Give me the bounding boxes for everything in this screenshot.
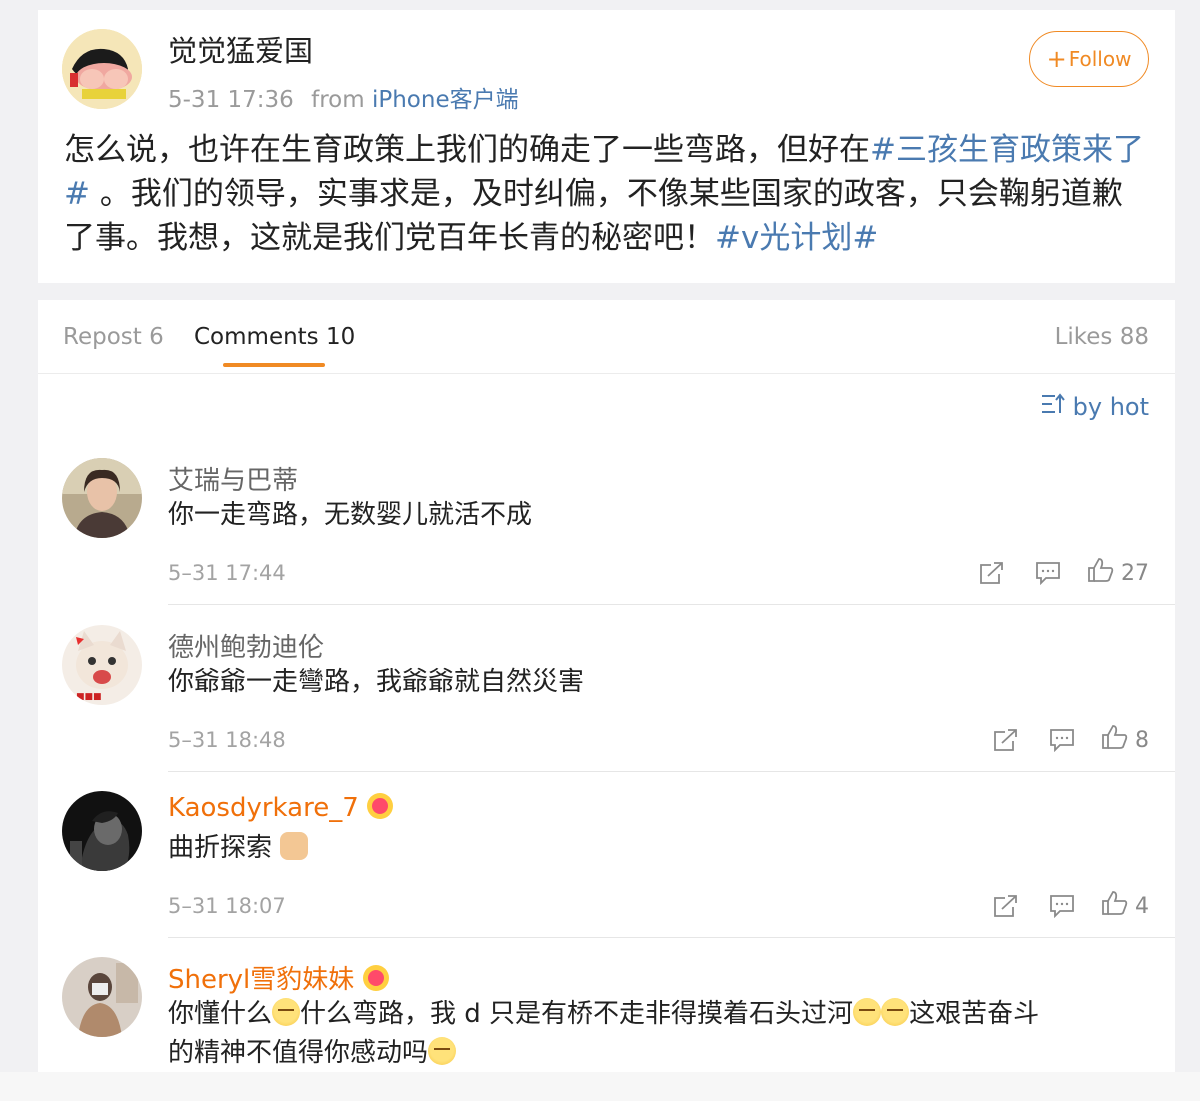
divider	[168, 937, 1175, 938]
commenter-name[interactable]: 德州鲍勃迪伦	[168, 627, 324, 664]
comment-text-b: 什么弯路，我 d 只是有桥不走非得摸着石头过河	[300, 999, 854, 1029]
comment-text-d: 的精神不值得你感动吗	[168, 1038, 429, 1068]
post-body: 怎么说，也许在生育政策上我们的确走了一些弯路，但好在#三孩生育政策来了# 。我们…	[64, 128, 1144, 260]
share-icon[interactable]	[989, 891, 1023, 921]
vip-badge-icon	[362, 965, 389, 991]
like-icon	[1087, 557, 1115, 589]
like-count: 8	[1135, 727, 1149, 753]
like-button[interactable]: 8	[1101, 724, 1149, 756]
post-author-avatar[interactable]	[62, 29, 142, 109]
post-text-part2: 。我们的领导，实事求是，及时纠偏，不像某些国家的政客，只会鞠躬道歉了事。我想，这…	[64, 176, 1123, 256]
post-text-part1: 怎么说，也许在生育政策上我们的确走了一些弯路，但好在	[64, 132, 870, 168]
like-icon	[1101, 890, 1129, 922]
like-count: 4	[1135, 893, 1149, 919]
commenter-avatar[interactable]	[62, 791, 142, 871]
from-prefix: from	[311, 87, 365, 113]
smug-emoji-icon	[853, 998, 882, 1026]
like-icon	[1101, 724, 1129, 756]
commenter-avatar[interactable]	[62, 458, 142, 538]
post-meta: 5-31 17:36 from iPhone客户端	[168, 80, 519, 114]
commenter-name-text: Sheryl雪豹妹妹	[168, 965, 355, 995]
comment-icon[interactable]	[1031, 558, 1065, 588]
divider	[168, 604, 1175, 605]
post-source-link[interactable]: iPhone客户端	[372, 87, 519, 113]
bottom-strip	[0, 1072, 1200, 1101]
follow-button[interactable]: + Follow	[1029, 31, 1149, 87]
active-tab-indicator	[223, 363, 325, 367]
comment-text: 你懂什么 什么弯路，我 d 只是有桥不走非得摸着石头过河 这艰苦奋斗的精神不值得你感…	[168, 995, 1148, 1073]
comment-actions: 8	[989, 724, 1149, 756]
like-button[interactable]: 4	[1101, 890, 1149, 922]
comment-icon[interactable]	[1045, 891, 1079, 921]
comment-text: 你一走弯路，无数婴儿就活不成	[168, 500, 533, 530]
fist-emoji-icon	[280, 832, 309, 860]
commenter-name-text: Kaosdyrkare_7	[168, 793, 359, 823]
comments-card: Repost 6 Comments 10 Likes 88 by hot 艾瑞与…	[38, 300, 1175, 1090]
sort-button[interactable]: by hot	[1041, 393, 1149, 421]
comment-text: 你爺爺一走彎路，我爺爺就自然災害	[168, 667, 585, 697]
smug-emoji-icon	[428, 1037, 457, 1065]
like-count: 27	[1121, 560, 1149, 586]
comment-text-a: 你懂什么	[168, 999, 273, 1029]
comment-actions: 4	[989, 890, 1149, 922]
post-card: 觉觉猛爱国 5-31 17:36 from iPhone客户端 + Follow…	[38, 10, 1175, 283]
tab-likes[interactable]: Likes 88	[1055, 324, 1149, 350]
follow-label: Follow	[1068, 47, 1132, 71]
comment-text-c: 这艰苦奋斗	[909, 999, 1040, 1029]
commenter-name[interactable]: 艾瑞与巴蒂	[168, 460, 298, 497]
comment-icon[interactable]	[1045, 725, 1079, 755]
comment-text: 曲折探索	[168, 829, 1148, 868]
hashtag-link[interactable]: #v光计划#	[715, 220, 878, 256]
comment-time: 5–31 18:48	[168, 728, 286, 752]
tab-repost[interactable]: Repost 6	[63, 324, 164, 350]
divider	[168, 771, 1175, 772]
comment-actions: 27	[975, 557, 1149, 589]
comment-text-content: 曲折探索	[168, 833, 273, 863]
commenter-name[interactable]: Sheryl雪豹妹妹	[168, 959, 389, 996]
commenter-name[interactable]: Kaosdyrkare_7	[168, 793, 394, 823]
sort-label: by hot	[1072, 393, 1149, 421]
comment-time: 5–31 17:44	[168, 561, 286, 585]
tab-bar: Repost 6 Comments 10 Likes 88	[38, 300, 1175, 374]
svg-text:■■■: ■■■	[76, 692, 102, 702]
share-icon[interactable]	[989, 725, 1023, 755]
tab-comments[interactable]: Comments 10	[194, 324, 355, 350]
post-author-name[interactable]: 觉觉猛爱国	[168, 28, 313, 70]
commenter-avatar[interactable]: ■■■	[62, 625, 142, 705]
commenter-avatar[interactable]	[62, 957, 142, 1037]
comment-time: 5–31 18:07	[168, 894, 286, 918]
like-button[interactable]: 27	[1087, 557, 1149, 589]
plus-icon: +	[1046, 45, 1067, 73]
smug-emoji-icon	[881, 998, 910, 1026]
sort-icon	[1041, 393, 1065, 421]
vip-badge-icon	[367, 793, 394, 819]
share-icon[interactable]	[975, 558, 1009, 588]
post-time: 5-31 17:36	[168, 87, 294, 113]
smug-emoji-icon	[272, 998, 301, 1026]
